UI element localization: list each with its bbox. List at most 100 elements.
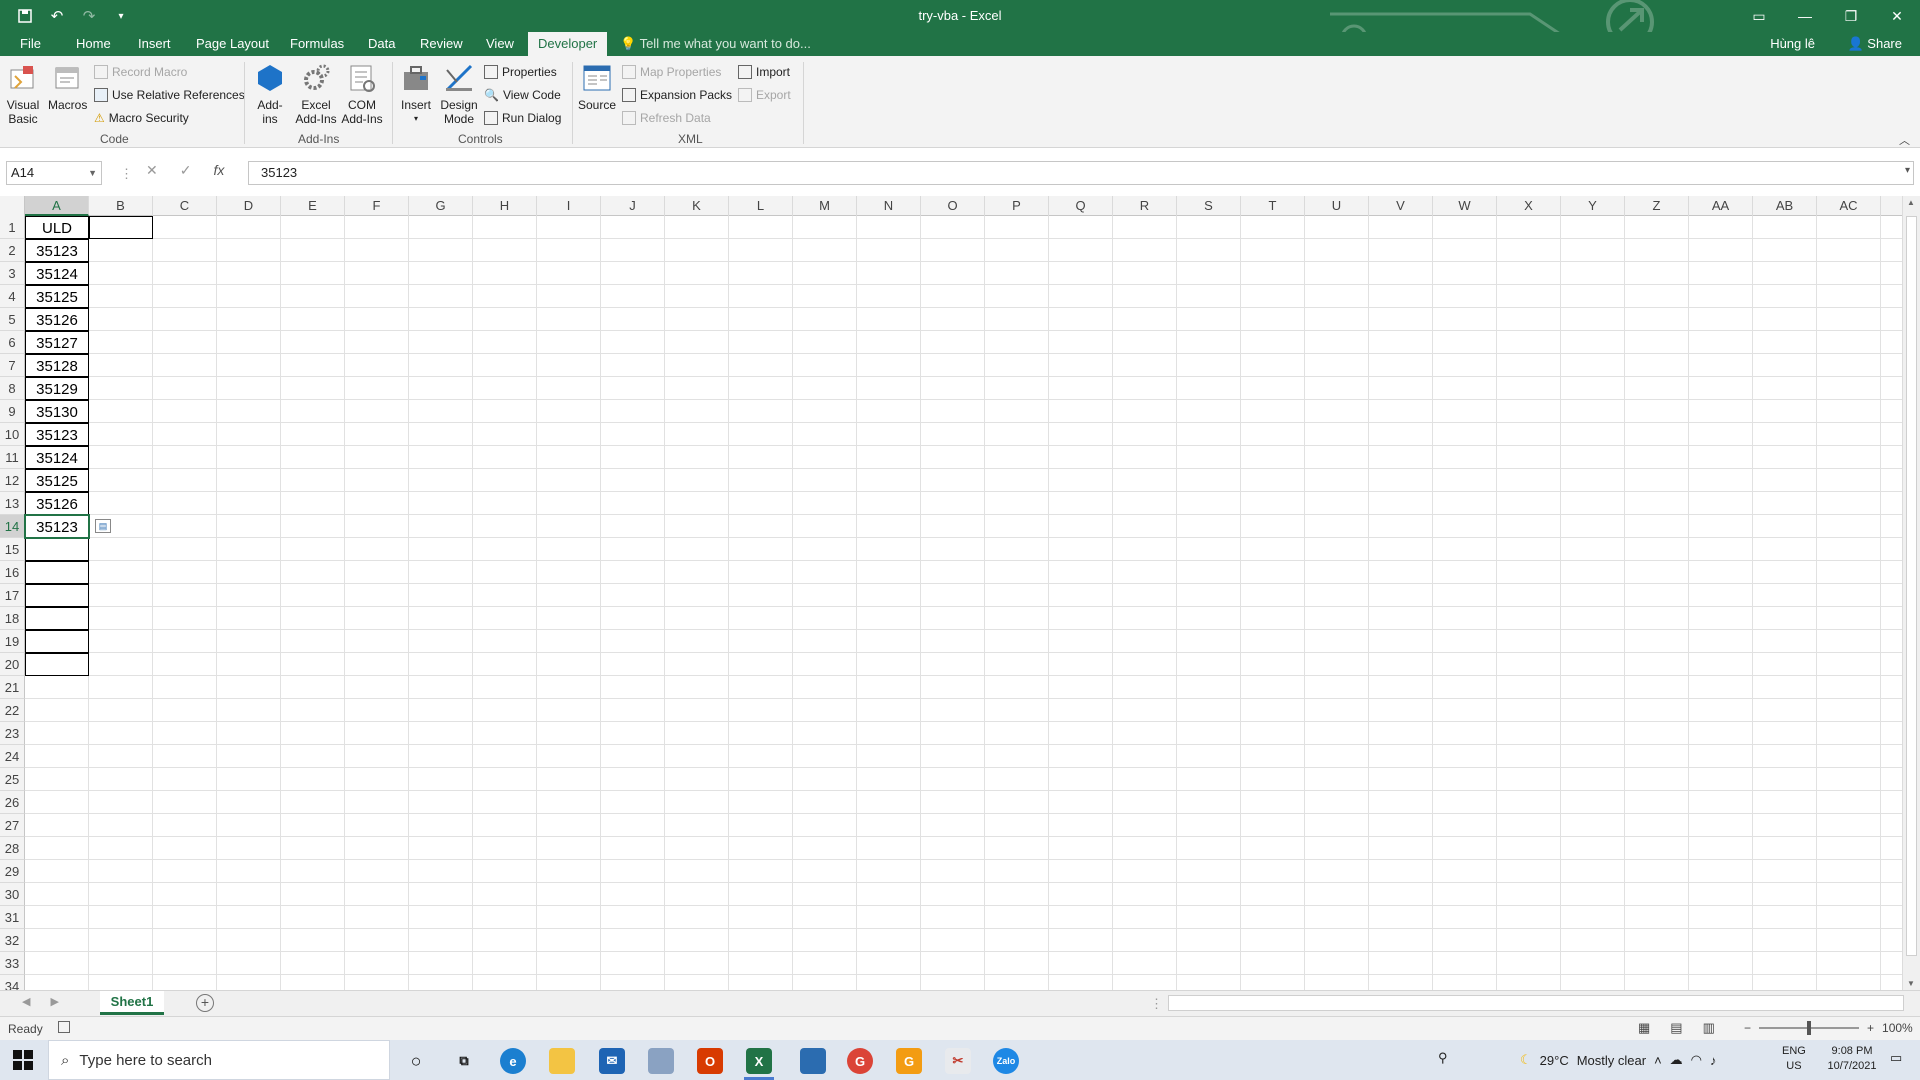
cell[interactable]	[25, 653, 89, 676]
view-code-button[interactable]: 🔍 View Code	[484, 85, 561, 105]
calendar-icon[interactable]	[800, 1048, 826, 1074]
column-header[interactable]: W	[1433, 196, 1497, 216]
chevron-down-icon[interactable]: ▼	[88, 162, 97, 184]
row-header[interactable]: 25	[0, 768, 25, 791]
column-header[interactable]: A	[25, 196, 89, 216]
cell[interactable]	[89, 216, 153, 239]
row-header[interactable]: 24	[0, 745, 25, 768]
page-break-view-icon[interactable]: ▥	[1703, 1020, 1715, 1036]
file-explorer-icon[interactable]	[549, 1048, 575, 1074]
tab-insert[interactable]: Insert	[128, 32, 181, 56]
cell[interactable]: 35129	[25, 377, 89, 400]
sheet-tab[interactable]: Sheet1	[100, 991, 164, 1015]
row-header[interactable]: 34	[0, 975, 25, 990]
row-header[interactable]: 10	[0, 423, 25, 446]
export-button[interactable]: Export	[738, 85, 791, 105]
row-header[interactable]: 3	[0, 262, 25, 285]
row-header[interactable]: 23	[0, 722, 25, 745]
column-header[interactable]: H	[473, 196, 537, 216]
row-header[interactable]: 18	[0, 607, 25, 630]
map-properties-button[interactable]: Map Properties	[622, 62, 721, 82]
horizontal-scrollbar[interactable]	[1168, 995, 1904, 1011]
refresh-data-button[interactable]: Refresh Data	[622, 108, 711, 128]
select-all-corner[interactable]	[0, 196, 25, 216]
row-header[interactable]: 27	[0, 814, 25, 837]
row-header[interactable]: 31	[0, 906, 25, 929]
column-header[interactable]: S	[1177, 196, 1241, 216]
column-header[interactable]: K	[665, 196, 729, 216]
chrome-icon[interactable]: G	[847, 1048, 873, 1074]
macros-button[interactable]: Macros	[48, 62, 87, 112]
scroll-down-icon[interactable]: ▼	[1907, 979, 1915, 988]
scroll-up-icon[interactable]: ▲	[1907, 198, 1915, 207]
paste-options-icon[interactable]: ▤	[95, 519, 111, 533]
row-header[interactable]: 32	[0, 929, 25, 952]
column-header[interactable]: L	[729, 196, 793, 216]
row-header[interactable]: 26	[0, 791, 25, 814]
column-header[interactable]: N	[857, 196, 921, 216]
zoom-out-icon[interactable]: −	[1744, 1021, 1751, 1035]
column-header[interactable]: Q	[1049, 196, 1113, 216]
row-header[interactable]: 21	[0, 676, 25, 699]
record-macro-button[interactable]: Record Macro	[94, 62, 187, 82]
column-header[interactable]: Z	[1625, 196, 1689, 216]
column-header[interactable]: G	[409, 196, 473, 216]
column-header[interactable]: J	[601, 196, 665, 216]
insert-control-button[interactable]: Insert ▾	[400, 62, 432, 126]
active-cell-selection[interactable]	[24, 514, 90, 539]
mail-icon[interactable]: ✉	[599, 1048, 625, 1074]
cell[interactable]: 35130	[25, 400, 89, 423]
cell[interactable]: 35127	[25, 331, 89, 354]
column-header[interactable]: T	[1241, 196, 1305, 216]
design-mode-button[interactable]: Design Mode	[440, 62, 478, 126]
people-icon[interactable]: ⚲	[1438, 1050, 1448, 1066]
cell[interactable]: 35125	[25, 285, 89, 308]
column-header[interactable]: P	[985, 196, 1049, 216]
cell[interactable]	[25, 538, 89, 561]
cells-area[interactable]: ULD 35123 35124 35125 35126 35127 35128 35129 35…	[24, 216, 1902, 990]
cell[interactable]	[25, 630, 89, 653]
office-icon[interactable]: O	[697, 1048, 723, 1074]
import-button[interactable]: Import	[738, 62, 790, 82]
row-header[interactable]: 12	[0, 469, 25, 492]
visual-basic-button[interactable]: Visual Basic	[6, 62, 40, 126]
row-header[interactable]: 30	[0, 883, 25, 906]
network-icon[interactable]: ◠	[1691, 1052, 1702, 1068]
source-button[interactable]: Source	[578, 62, 616, 112]
expansion-packs-button[interactable]: Expansion Packs	[622, 85, 732, 105]
cell[interactable]: 35124	[25, 446, 89, 469]
row-header[interactable]: 28	[0, 837, 25, 860]
share-button[interactable]: 👤 Share	[1847, 32, 1902, 56]
column-header[interactable]: E	[281, 196, 345, 216]
cell[interactable]: 35128	[25, 354, 89, 377]
tab-view[interactable]: View	[476, 32, 524, 56]
formula-input[interactable]: 35123	[248, 161, 1914, 185]
row-header[interactable]: 22	[0, 699, 25, 722]
zoom-in-icon[interactable]: +	[1867, 1021, 1874, 1035]
zoom-level[interactable]: 100%	[1882, 1021, 1913, 1035]
addins-button[interactable]: Add-ins	[254, 62, 286, 126]
task-view-icon[interactable]: ⧉	[451, 1048, 477, 1074]
page-layout-view-icon[interactable]: ▤	[1670, 1020, 1682, 1036]
column-header[interactable]: V	[1369, 196, 1433, 216]
clock[interactable]: 9:08 PM 10/7/2021	[1820, 1044, 1884, 1074]
zoom-slider-knob[interactable]	[1807, 1021, 1812, 1035]
row-header[interactable]: 2	[0, 239, 25, 262]
cell[interactable]	[25, 584, 89, 607]
column-header[interactable]: B	[89, 196, 153, 216]
column-header[interactable]: X	[1497, 196, 1561, 216]
drag-handle-icon[interactable]: ⋮	[1150, 996, 1163, 1012]
cloud-icon[interactable]: ☁	[1670, 1052, 1683, 1068]
row-header[interactable]: 11	[0, 446, 25, 469]
insert-function-icon[interactable]: fx	[213, 162, 224, 179]
photos-icon[interactable]	[648, 1048, 674, 1074]
row-header[interactable]: 1	[0, 216, 25, 239]
row-header[interactable]: 33	[0, 952, 25, 975]
collapse-ribbon-icon[interactable]: ︿	[1899, 132, 1910, 148]
minimize-button[interactable]: —	[1782, 0, 1828, 32]
column-header[interactable]: U	[1305, 196, 1369, 216]
macro-recording-icon[interactable]	[58, 1021, 70, 1033]
cortana-icon[interactable]: ○	[403, 1048, 429, 1074]
column-header[interactable]: R	[1113, 196, 1177, 216]
row-header[interactable]: 8	[0, 377, 25, 400]
